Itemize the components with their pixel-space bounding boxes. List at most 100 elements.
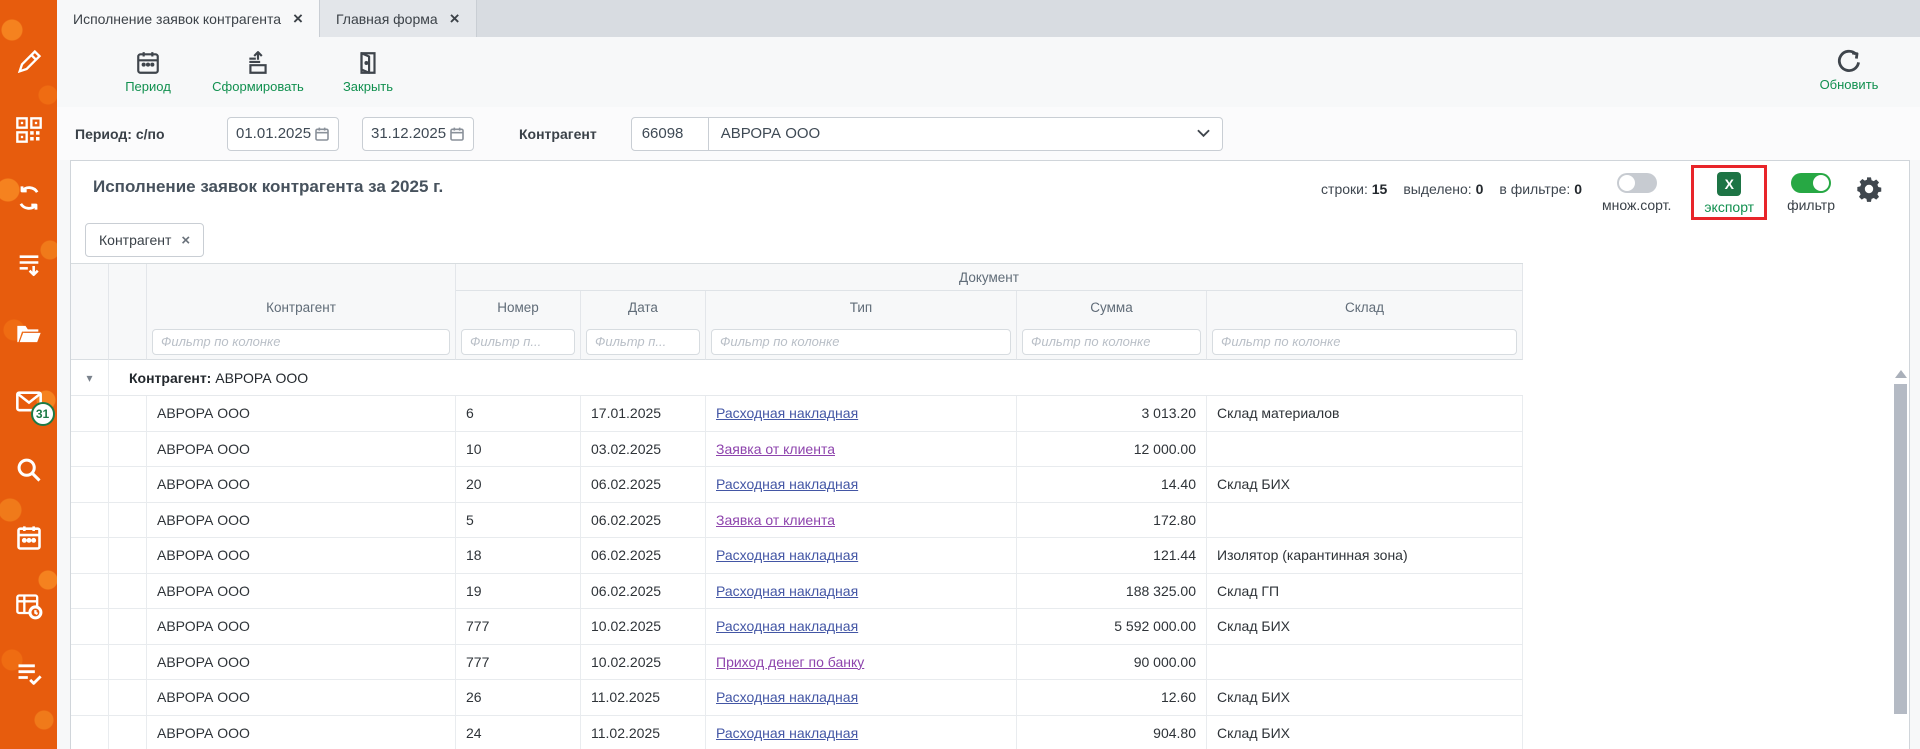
warehouse-column-filter-input[interactable] — [1212, 329, 1517, 355]
filter-cell-date — [581, 324, 706, 360]
mail-icon[interactable]: 31 — [15, 388, 43, 416]
row-sum-cell: 904.80 — [1017, 716, 1207, 749]
row-warehouse-cell: Склад БИХ — [1207, 467, 1523, 502]
number-column-filter-input[interactable] — [461, 329, 575, 355]
collapse-arrow-icon[interactable]: ▾ — [71, 360, 109, 395]
type-column-filter-input[interactable] — [711, 329, 1011, 355]
contragent-select[interactable]: АВРОРА ООО — [709, 117, 1223, 151]
row-expand-cell — [71, 609, 109, 644]
chip-label: Контрагент — [99, 232, 171, 248]
row-type-cell: Расходная накладная — [706, 574, 1017, 609]
tab-main-form[interactable]: Главная форма × — [320, 0, 477, 37]
header-sum[interactable]: Сумма — [1017, 291, 1207, 324]
row-date-cell: 06.02.2025 — [581, 503, 706, 538]
document-link[interactable]: Заявка от клиента — [716, 441, 835, 457]
row-contragent-cell: АВРОРА ООО — [147, 645, 456, 680]
tab-report[interactable]: Исполнение заявок контрагента × — [57, 0, 320, 37]
row-type-cell: Расходная накладная — [706, 680, 1017, 715]
row-warehouse-cell: Склад БИХ — [1207, 716, 1523, 749]
contragent-code-field[interactable] — [631, 117, 709, 151]
vertical-scrollbar[interactable] — [1892, 366, 1909, 749]
document-link[interactable]: Заявка от клиента — [716, 512, 835, 528]
contragent-code-input[interactable] — [642, 125, 698, 142]
task-list-icon[interactable] — [15, 660, 43, 688]
filter-toggle[interactable]: фильтр — [1787, 165, 1835, 213]
date-to-field[interactable] — [362, 117, 474, 151]
report-header: Исполнение заявок контрагента за 2025 г.… — [71, 161, 1909, 223]
table-row[interactable]: АВРОРА ООО 5 06.02.2025 Заявка от клиент… — [71, 503, 1523, 539]
generate-report-icon — [245, 50, 271, 76]
report-panel: Исполнение заявок контрагента за 2025 г.… — [70, 160, 1910, 749]
header-contragent[interactable]: Контрагент — [147, 264, 456, 324]
document-link[interactable]: Расходная накладная — [716, 405, 858, 421]
table-row[interactable]: АВРОРА ООО 26 11.02.2025 Расходная накла… — [71, 680, 1523, 716]
settings-gear-icon[interactable] — [1855, 165, 1883, 208]
document-link[interactable]: Расходная накладная — [716, 725, 858, 741]
sync-icon[interactable] — [15, 184, 43, 212]
folder-icon[interactable] — [15, 320, 43, 348]
table-row[interactable]: АВРОРА ООО 19 06.02.2025 Расходная накла… — [71, 574, 1523, 610]
group-row[interactable]: ▾ Контрагент: АВРОРА ООО — [71, 360, 1523, 396]
filter-toggle-label: фильтр — [1787, 197, 1835, 213]
in-filter-count: в фильтре: 0 — [1499, 181, 1582, 197]
scrollbar-thumb[interactable] — [1894, 384, 1907, 714]
date-column-filter-input[interactable] — [586, 329, 700, 355]
row-date-cell: 10.02.2025 — [581, 645, 706, 680]
refresh-icon — [1835, 47, 1863, 75]
date-from-input[interactable] — [236, 125, 314, 142]
document-link[interactable]: Расходная накладная — [716, 689, 858, 705]
header-date[interactable]: Дата — [581, 291, 706, 324]
search-icon[interactable] — [15, 456, 43, 484]
export-document-icon[interactable] — [15, 252, 43, 280]
row-sum-cell: 12.60 — [1017, 680, 1207, 715]
document-link[interactable]: Расходная накладная — [716, 476, 858, 492]
header-number[interactable]: Номер — [456, 291, 581, 324]
close-button[interactable]: Закрыть — [313, 50, 423, 94]
contragent-filter-chip[interactable]: Контрагент × — [85, 223, 204, 257]
document-link[interactable]: Расходная накладная — [716, 618, 858, 634]
generate-button[interactable]: Сформировать — [203, 50, 313, 94]
sum-column-filter-input[interactable] — [1022, 329, 1201, 355]
refresh-button[interactable]: Обновить — [1804, 47, 1894, 92]
period-button[interactable]: Период — [93, 50, 203, 94]
schedule-table-icon[interactable] — [15, 592, 43, 620]
row-type-cell: Заявка от клиента — [706, 432, 1017, 467]
multisort-switch-icon[interactable] — [1617, 173, 1657, 193]
scroll-up-icon[interactable] — [1895, 370, 1907, 378]
table-row[interactable]: АВРОРА ООО 777 10.02.2025 Расходная накл… — [71, 609, 1523, 645]
header-type[interactable]: Тип — [706, 291, 1017, 324]
report-controls: строки: 15 выделено: 0 в фильтре: 0 множ… — [1321, 165, 1883, 220]
export-button[interactable]: X экспорт — [1691, 165, 1767, 220]
filter-switch-icon[interactable] — [1791, 173, 1831, 193]
row-number-cell: 777 — [456, 609, 581, 644]
row-select-cell — [109, 432, 147, 467]
table-row[interactable]: АВРОРА ООО 20 06.02.2025 Расходная накла… — [71, 467, 1523, 503]
edit-icon[interactable] — [15, 48, 43, 76]
tab-report-close-icon[interactable]: × — [293, 10, 303, 27]
table-row[interactable]: АВРОРА ООО 18 06.02.2025 Расходная накла… — [71, 538, 1523, 574]
table-row[interactable]: АВРОРА ООО 6 17.01.2025 Расходная наклад… — [71, 396, 1523, 432]
calendar-icon[interactable] — [15, 524, 43, 552]
document-link[interactable]: Приход денег по банку — [716, 654, 864, 670]
date-to-input[interactable] — [371, 125, 449, 142]
qr-code-icon[interactable] — [15, 116, 43, 144]
filter-cell-number — [456, 324, 581, 360]
chip-close-icon[interactable]: × — [181, 232, 190, 249]
generate-button-label: Сформировать — [212, 79, 304, 94]
date-from-field[interactable] — [227, 117, 339, 151]
table-row[interactable]: АВРОРА ООО 777 10.02.2025 Приход денег п… — [71, 645, 1523, 681]
document-link[interactable]: Расходная накладная — [716, 547, 858, 563]
document-link[interactable]: Расходная накладная — [716, 583, 858, 599]
row-date-cell: 03.02.2025 — [581, 432, 706, 467]
row-contragent-cell: АВРОРА ООО — [147, 396, 456, 431]
multisort-toggle[interactable]: множ.сорт. — [1602, 165, 1671, 213]
row-number-cell: 20 — [456, 467, 581, 502]
contragent-column-filter-input[interactable] — [152, 329, 450, 355]
table-row[interactable]: АВРОРА ООО 24 11.02.2025 Расходная накла… — [71, 716, 1523, 749]
row-sum-cell: 12 000.00 — [1017, 432, 1207, 467]
table-row[interactable]: АВРОРА ООО 10 03.02.2025 Заявка от клиен… — [71, 432, 1523, 468]
filter-cell-warehouse — [1207, 324, 1523, 360]
header-warehouse[interactable]: Склад — [1207, 291, 1523, 324]
tab-main-form-close-icon[interactable]: × — [450, 10, 460, 27]
row-expand-cell — [71, 538, 109, 573]
